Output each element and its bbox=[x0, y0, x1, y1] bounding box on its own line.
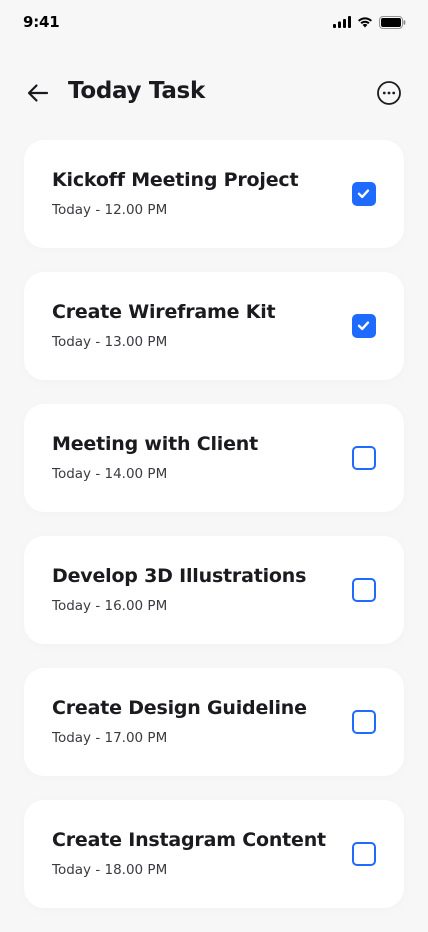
task-title: Create Wireframe Kit bbox=[52, 301, 276, 323]
task-card[interactable]: Create Instagram Content Today - 18.00 P… bbox=[24, 800, 404, 908]
signal-icon bbox=[333, 16, 351, 28]
task-title: Kickoff Meeting Project bbox=[52, 169, 299, 191]
task-time: Today - 18.00 PM bbox=[52, 862, 168, 878]
task-checkbox[interactable] bbox=[352, 842, 376, 866]
check-icon bbox=[357, 321, 370, 331]
task-title: Meeting with Client bbox=[52, 433, 258, 455]
task-checkbox[interactable] bbox=[352, 446, 376, 470]
task-title: Create Design Guideline bbox=[52, 697, 307, 719]
task-card[interactable]: Create Design Guideline Today - 17.00 PM bbox=[24, 668, 404, 776]
task-time: Today - 12.00 PM bbox=[52, 202, 168, 218]
task-card[interactable]: Create Wireframe Kit Today - 13.00 PM bbox=[24, 272, 404, 380]
task-time: Today - 14.00 PM bbox=[52, 466, 168, 482]
task-card[interactable]: Meeting with Client Today - 14.00 PM bbox=[24, 404, 404, 512]
wifi-icon bbox=[358, 17, 372, 28]
task-checkbox[interactable] bbox=[352, 578, 376, 602]
status-icons bbox=[333, 15, 406, 29]
check-icon bbox=[357, 189, 370, 199]
battery-icon bbox=[379, 15, 406, 29]
task-title: Develop 3D Illustrations bbox=[52, 565, 307, 587]
task-checkbox-checked[interactable] bbox=[352, 182, 376, 206]
status-bar: 9:41 bbox=[0, 0, 428, 44]
task-checkbox-checked[interactable] bbox=[352, 314, 376, 338]
page-header: Today Task bbox=[0, 72, 428, 114]
back-button[interactable] bbox=[24, 79, 52, 107]
page-title: Today Task bbox=[68, 78, 205, 104]
task-checkbox[interactable] bbox=[352, 710, 376, 734]
arrow-left-icon bbox=[27, 84, 49, 102]
task-card[interactable]: Develop 3D Illustrations Today - 16.00 P… bbox=[24, 536, 404, 644]
task-time: Today - 17.00 PM bbox=[52, 730, 168, 746]
task-title: Create Instagram Content bbox=[52, 829, 326, 851]
task-time: Today - 16.00 PM bbox=[52, 598, 168, 614]
task-card[interactable]: Kickoff Meeting Project Today - 12.00 PM bbox=[24, 140, 404, 248]
status-time: 9:41 bbox=[23, 13, 60, 31]
more-horizontal-icon bbox=[377, 81, 401, 105]
more-options-button[interactable] bbox=[375, 79, 403, 107]
task-list: Kickoff Meeting Project Today - 12.00 PM… bbox=[24, 140, 404, 932]
task-time: Today - 13.00 PM bbox=[52, 334, 168, 350]
